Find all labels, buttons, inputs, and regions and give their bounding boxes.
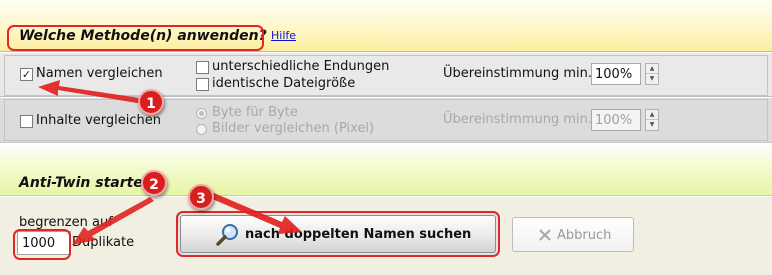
annotation-badge-3: 3 — [188, 184, 214, 210]
annotation-badge-1: 1 — [138, 89, 164, 115]
names-match-input[interactable] — [591, 63, 641, 85]
byte-compare-radio[interactable] — [196, 108, 207, 119]
highlight-limit-input — [13, 229, 71, 260]
byte-compare-label: Byte für Byte — [212, 105, 298, 120]
spin-down-icon[interactable]: ▼ — [646, 74, 658, 84]
names-match-spinner[interactable]: ▲ ▼ — [645, 63, 659, 85]
names-match-label: Übereinstimmung min. — [443, 66, 592, 81]
identical-filesize-label: identische Dateigröße — [212, 76, 356, 91]
content-match-spinner[interactable]: ▲ ▼ — [645, 109, 659, 131]
spin-up-icon[interactable]: ▲ — [646, 110, 658, 120]
content-compare-checkbox[interactable] — [20, 115, 33, 128]
limit-label: begrenzen auf — [19, 215, 113, 230]
help-link[interactable]: Hilfe — [271, 29, 296, 42]
spin-up-icon[interactable]: ▲ — [646, 64, 658, 74]
different-extensions-checkbox[interactable] — [196, 61, 209, 74]
names-compare-checkbox[interactable] — [20, 68, 33, 81]
different-extensions-label: unterschiedliche Endungen — [212, 59, 390, 74]
image-compare-radio[interactable] — [196, 124, 207, 135]
cancel-button[interactable]: Abbruch — [512, 217, 634, 252]
names-compare-label: Namen vergleichen — [36, 66, 163, 81]
spin-down-icon[interactable]: ▼ — [646, 120, 658, 130]
content-match-input[interactable] — [591, 109, 641, 131]
highlight-methods-title — [7, 25, 264, 51]
highlight-search-button — [176, 211, 500, 257]
cancel-button-label: Abbruch — [557, 228, 612, 243]
close-x-icon — [539, 229, 551, 241]
limit-suffix-label: Duplikate — [72, 235, 135, 250]
identical-filesize-checkbox[interactable] — [196, 78, 209, 91]
start-section-title: Anti-Twin starten — [19, 175, 153, 191]
image-compare-label: Bilder vergleichen (Pixel) — [212, 121, 375, 136]
content-compare-label: Inhalte vergleichen — [36, 113, 162, 128]
annotation-badge-2: 2 — [141, 170, 167, 196]
content-match-label: Übereinstimmung min. — [443, 112, 592, 127]
